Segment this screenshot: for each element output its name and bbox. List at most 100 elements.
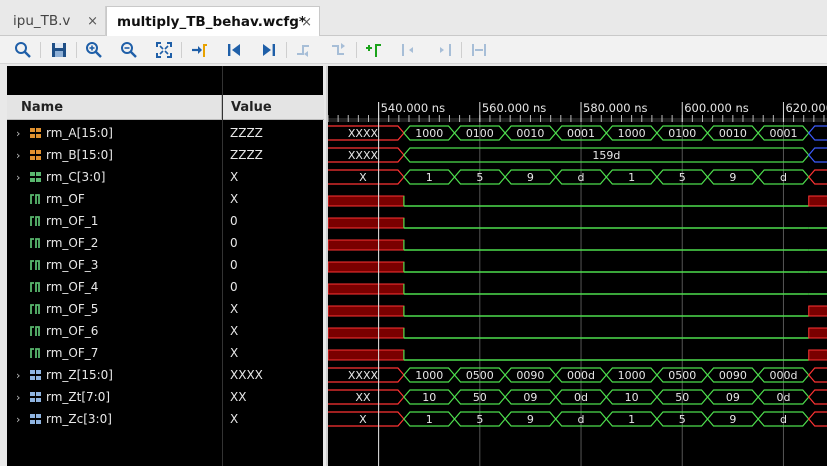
zoom-out-button[interactable] (119, 40, 139, 60)
bus-value-label: XXXX (348, 369, 379, 382)
signal-value: 0 (230, 236, 238, 250)
z-state-segment (807, 147, 827, 163)
signal-row[interactable]: › rm_A[15:0] (7, 122, 222, 144)
go-to-last-time-button[interactable] (259, 40, 279, 60)
bus-value-label: 0500 (668, 369, 696, 382)
bus-value-label: 5 (476, 413, 483, 426)
bus-value-label: 0100 (466, 127, 494, 140)
signal-name: rm_C[3:0] (46, 170, 106, 184)
value-column-header[interactable]: Value (223, 95, 324, 120)
add-marker-button[interactable] (364, 40, 384, 60)
x-state-block (328, 195, 405, 207)
bus-value-label: 50 (473, 391, 487, 404)
signal-row[interactable]: rm_OF_2 (7, 232, 222, 254)
go-to-time-zero-button[interactable] (224, 40, 244, 60)
bus-value-label: 5 (679, 413, 686, 426)
waveform-panel[interactable]: 540.000 ns 560.000 ns 580.000 ns 600.000 ns… (326, 66, 827, 466)
toolbar-separator (40, 42, 41, 58)
x-state-segment (807, 367, 827, 383)
x-state-block (328, 327, 405, 339)
bus-value-label: 0010 (719, 127, 747, 140)
bit-green-icon (30, 259, 42, 271)
bus-value-label: 1 (426, 413, 433, 426)
signal-value-row: 0 (223, 210, 324, 232)
chevron-right-icon[interactable]: › (16, 171, 26, 184)
bus-value-label: XXXX (348, 149, 379, 162)
signal-row[interactable]: rm_OF_7 (7, 342, 222, 364)
chevron-right-icon[interactable]: › (16, 149, 26, 162)
zoom-fit-button[interactable] (154, 40, 174, 60)
signal-name: rm_OF_2 (46, 236, 99, 250)
x-state-block (328, 261, 405, 273)
signal-value: 0 (230, 258, 238, 272)
waveform-window: ipu_TB.v × multiply_TB_behav.wcfg* × Nam… (0, 0, 827, 466)
waveform-canvas[interactable]: 540.000 ns 560.000 ns 580.000 ns 600.000 ns… (328, 66, 827, 466)
chevron-right-icon[interactable]: › (16, 127, 26, 140)
bus-value-label: 159d (592, 149, 620, 162)
chevron-right-icon[interactable]: › (16, 391, 26, 404)
bus-value-label: 9 (729, 171, 736, 184)
zoom-out-icon (121, 42, 137, 58)
next-marker-button[interactable] (434, 40, 454, 60)
signal-name: rm_OF_1 (46, 214, 99, 228)
signal-name: rm_Z[15:0] (46, 368, 113, 382)
signal-value-row: X (223, 298, 324, 320)
signal-value-row: X (223, 342, 324, 364)
previous-transition-button[interactable] (294, 40, 314, 60)
zoom-in-button[interactable] (84, 40, 104, 60)
ruler-tick-label: 580.000 ns (583, 101, 648, 115)
bus-value-label: 1000 (618, 127, 646, 140)
bus-value-label: XX (355, 391, 371, 404)
signal-row[interactable]: rm_OF_4 (7, 276, 222, 298)
previous-transition-icon (297, 45, 309, 57)
signal-value-row: X (223, 188, 324, 210)
chevron-right-icon[interactable]: › (16, 413, 26, 426)
signal-row[interactable]: rm_OF (7, 188, 222, 210)
signal-row[interactable]: rm_OF_3 (7, 254, 222, 276)
bit-green-icon (30, 193, 42, 205)
signal-row[interactable]: › rm_B[15:0] (7, 144, 222, 166)
signal-value: X (230, 170, 239, 184)
signal-row[interactable]: › rm_Zc[3:0] (7, 408, 222, 430)
bit-green-icon (30, 237, 42, 249)
go-to-cursor-button[interactable] (189, 40, 209, 60)
z-state-segment (807, 125, 827, 141)
swap-cursors-button[interactable] (469, 40, 489, 60)
signal-value: X (230, 346, 239, 360)
bus-value-label: 9 (527, 413, 534, 426)
next-transition-button[interactable] (329, 40, 349, 60)
bus-value-label: 9 (729, 413, 736, 426)
ruler-tick-label: 600.000 ns (684, 101, 749, 115)
bus-value-label: 0010 (516, 127, 544, 140)
x-state-block (808, 349, 827, 361)
close-icon[interactable]: × (301, 15, 312, 30)
signal-row[interactable]: › rm_Zt[7:0] (7, 386, 222, 408)
signal-value: X (230, 192, 239, 206)
x-state-block (808, 305, 827, 317)
signal-row[interactable]: rm_OF_1 (7, 210, 222, 232)
bus-value-label: 1 (628, 171, 635, 184)
x-state-block (808, 327, 827, 339)
signal-row[interactable]: › rm_Z[15:0] (7, 364, 222, 386)
bit-green-icon (30, 281, 42, 293)
zoom-search-button[interactable] (13, 40, 33, 60)
tab-multiply-tb-wcfg[interactable]: multiply_TB_behav.wcfg* × (106, 6, 320, 36)
bit-green-icon (30, 215, 42, 227)
bus-value-label: 1000 (415, 369, 443, 382)
signal-row[interactable]: › rm_C[3:0] (7, 166, 222, 188)
signal-row[interactable]: rm_OF_6 (7, 320, 222, 342)
close-icon[interactable]: × (87, 14, 98, 29)
chevron-right-icon[interactable]: › (16, 369, 26, 382)
save-button[interactable] (49, 40, 69, 60)
bit-green-icon (30, 303, 42, 315)
toolbar-separator (76, 42, 77, 58)
name-column-header[interactable]: Name (7, 95, 222, 120)
bus-value-label: 09 (523, 391, 537, 404)
tab-ipu-tb[interactable]: ipu_TB.v × (3, 6, 106, 36)
bus-value-label: 5 (679, 171, 686, 184)
previous-marker-button[interactable] (399, 40, 419, 60)
bus-value-label: X (359, 413, 367, 426)
signal-value: X (230, 302, 239, 316)
signal-row[interactable]: rm_OF_5 (7, 298, 222, 320)
tab-label: multiply_TB_behav.wcfg* (117, 13, 306, 30)
